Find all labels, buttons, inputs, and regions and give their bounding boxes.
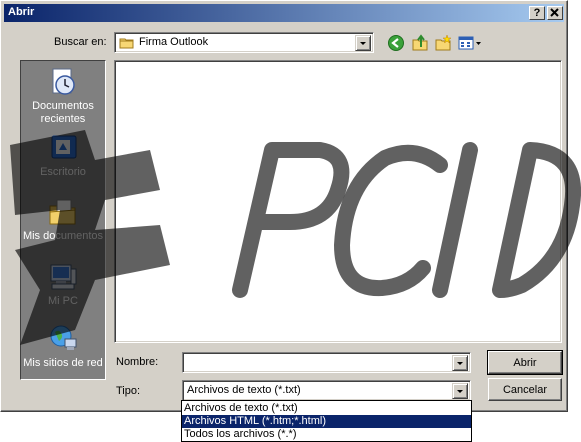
file-list[interactable] — [114, 60, 562, 343]
network-places-icon — [50, 325, 77, 350]
place-label: Mis sitios de red — [23, 357, 103, 369]
up-folder-button[interactable] — [411, 34, 429, 52]
place-my-documents[interactable]: Mis documentos — [21, 196, 105, 243]
help-button[interactable]: ? — [529, 6, 545, 20]
place-my-computer[interactable]: Mi PC — [21, 261, 105, 308]
recent-documents-icon — [52, 68, 75, 95]
filetype-dropdown-list: Archivos de texto (*.txt) Archivos HTML … — [181, 400, 472, 442]
filetype-value: Archivos de texto (*.txt) — [187, 384, 301, 396]
place-label: Mi PC — [48, 295, 78, 307]
filetype-option[interactable]: Archivos de texto (*.txt) — [182, 402, 471, 415]
filetype-option-selected[interactable]: Archivos HTML (*.htm;*.html) — [182, 415, 471, 428]
filetype-combobox[interactable]: Archivos de texto (*.txt) — [182, 380, 471, 401]
back-button[interactable] — [387, 34, 405, 52]
close-button[interactable] — [547, 6, 563, 20]
lookin-dropdown-button[interactable] — [355, 35, 371, 51]
place-desktop[interactable]: Escritorio — [21, 132, 105, 179]
filename-dropdown-button[interactable] — [452, 355, 468, 371]
desktop-icon — [51, 135, 77, 159]
places-bar: Documentos recientes Escritorio Mis docu… — [20, 60, 106, 380]
views-menu-icon — [458, 36, 481, 50]
new-folder-icon — [435, 34, 452, 51]
lookin-combobox[interactable]: Firma Outlook — [114, 32, 374, 53]
filename-combobox[interactable] — [182, 352, 471, 373]
my-computer-icon — [50, 264, 77, 290]
cancel-button[interactable]: Cancelar — [488, 378, 562, 401]
place-network-places[interactable]: Mis sitios de red — [21, 323, 105, 370]
back-arrow-icon — [388, 35, 404, 51]
open-button[interactable]: Abrir — [487, 350, 563, 375]
folder-icon — [119, 38, 134, 49]
open-dialog: Abrir ? Buscar en: Firma Outlook Documen… — [0, 0, 568, 412]
my-documents-icon — [49, 199, 76, 225]
place-recent-documents[interactable]: Documentos recientes — [21, 66, 105, 126]
filetype-dropdown-button[interactable] — [452, 383, 468, 399]
place-label: Mis documentos — [22, 230, 104, 242]
filetype-option[interactable]: Todos los archivos (*.*) — [182, 428, 471, 441]
window-title: Abrir — [8, 6, 35, 18]
views-menu-button[interactable] — [457, 34, 483, 52]
up-folder-icon — [412, 34, 428, 51]
filetype-label: Tipo: — [116, 385, 141, 397]
place-label: Documentos recientes — [32, 100, 94, 125]
new-folder-button[interactable] — [434, 34, 452, 52]
close-icon — [550, 8, 559, 17]
filename-label: Nombre: — [116, 356, 159, 368]
lookin-label: Buscar en: — [54, 36, 107, 48]
lookin-value: Firma Outlook — [139, 36, 209, 48]
place-label: Escritorio — [40, 166, 86, 178]
title-bar[interactable]: Abrir ? — [4, 4, 564, 22]
